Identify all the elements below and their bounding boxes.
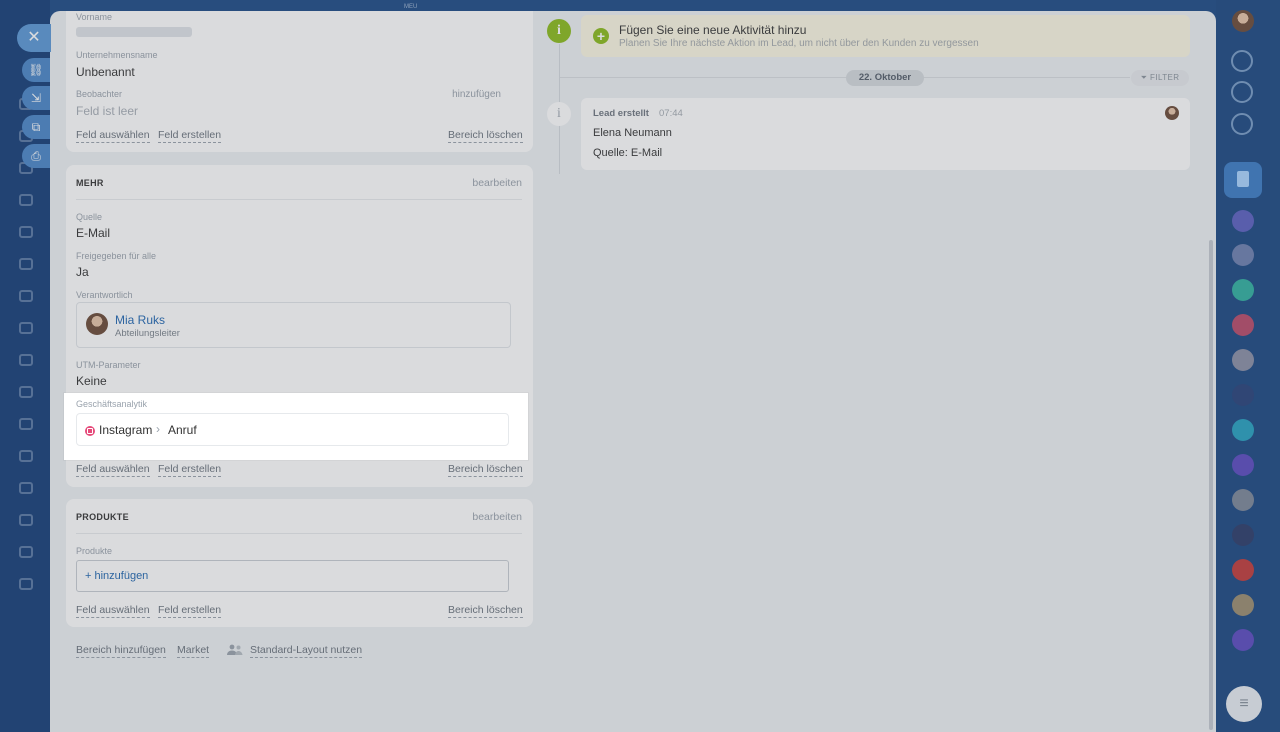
instagram-icon bbox=[85, 426, 95, 436]
analytics-source: Instagram bbox=[99, 423, 153, 437]
chevron-right-icon: › bbox=[156, 422, 160, 436]
analytics-channel: Anruf bbox=[168, 423, 197, 437]
business-analytics-value[interactable]: Instagram › Anruf bbox=[76, 413, 509, 446]
business-analytics-label: Geschäftsanalytik bbox=[76, 399, 148, 409]
business-analytics-field: Geschäftsanalytik Instagram › Anruf bbox=[64, 393, 528, 460]
menu-button[interactable]: ≡ bbox=[1226, 686, 1262, 722]
dim-overlay bbox=[0, 0, 1280, 732]
